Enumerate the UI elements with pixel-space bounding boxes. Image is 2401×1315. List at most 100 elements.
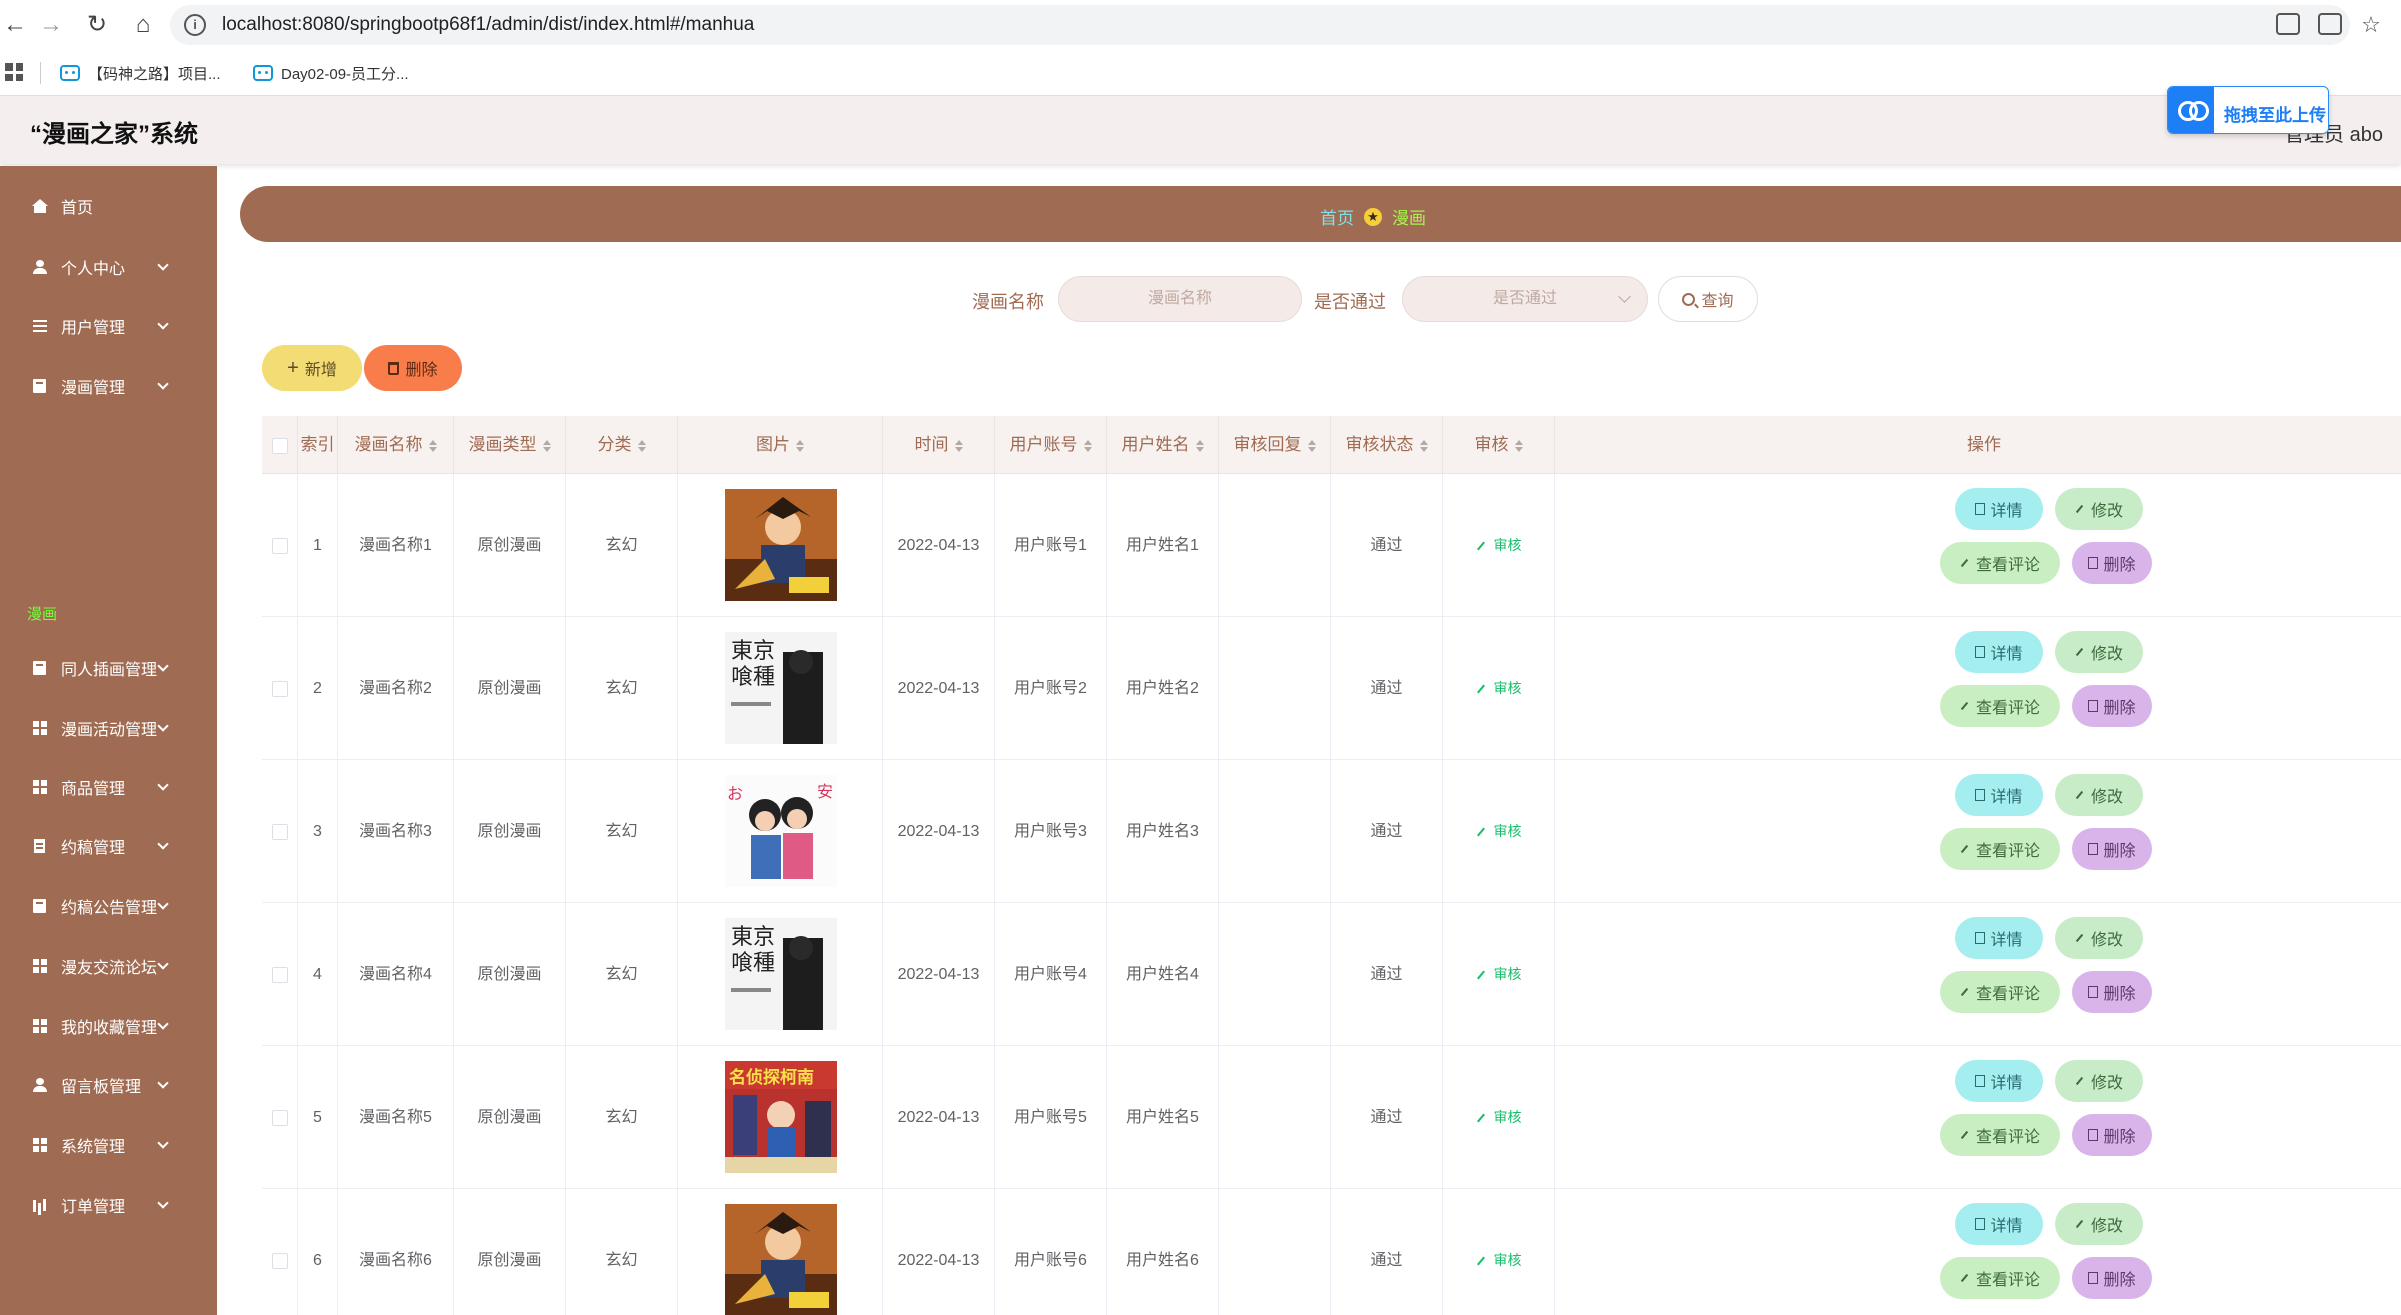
edit-button[interactable]: 修改 <box>2055 488 2143 530</box>
query-button[interactable]: 查询 <box>1658 276 1758 322</box>
sort-icon[interactable] <box>428 439 437 452</box>
row-checkbox[interactable] <box>271 966 288 983</box>
audit-link[interactable]: 审核 <box>1476 1109 1522 1125</box>
column-header[interactable]: 漫画名称 <box>338 416 454 474</box>
row-delete-button[interactable]: 删除 <box>2072 971 2152 1013</box>
sidebar-item[interactable]: 系统管理 <box>0 1125 217 1165</box>
column-header[interactable]: 时间 <box>883 416 995 474</box>
detail-button[interactable]: 详情 <box>1955 631 2043 673</box>
view-comments-button[interactable]: 查看评论 <box>1940 1257 2060 1299</box>
view-comments-button[interactable]: 查看评论 <box>1940 971 2060 1013</box>
cover-image[interactable]: 名侦探柯南 <box>725 1061 837 1173</box>
bookmark-item[interactable]: 【码神之路】项目... <box>60 60 221 86</box>
bookmark-item[interactable]: Day02-09-员工分... <box>253 60 409 86</box>
edit-button[interactable]: 修改 <box>2055 631 2143 673</box>
row-checkbox[interactable] <box>271 1252 288 1269</box>
edit-button[interactable]: 修改 <box>2055 1203 2143 1245</box>
translate-icon[interactable] <box>2318 13 2342 35</box>
sidebar-item[interactable]: 商品管理 <box>0 767 217 807</box>
row-delete-button[interactable]: 删除 <box>2072 542 2152 584</box>
audit-link[interactable]: 审核 <box>1476 680 1522 696</box>
sort-icon[interactable] <box>637 439 646 452</box>
sort-icon[interactable] <box>1419 439 1428 452</box>
delete-button[interactable]: 删除 <box>364 345 462 391</box>
cover-image[interactable]: 安お <box>725 775 837 887</box>
info-icon[interactable]: i <box>184 14 206 36</box>
column-header[interactable]: 审核 <box>1443 416 1555 474</box>
column-header-label: 漫画名称 <box>354 435 423 454</box>
password-key-icon[interactable] <box>2276 13 2300 35</box>
audit-link[interactable]: 审核 <box>1476 823 1522 839</box>
row-delete-button[interactable]: 删除 <box>2072 1114 2152 1156</box>
sort-icon[interactable] <box>542 439 551 452</box>
row-delete-button[interactable]: 删除 <box>2072 1257 2152 1299</box>
sidebar-item[interactable]: 我的收藏管理 <box>0 1006 217 1046</box>
column-header[interactable]: 分类 <box>566 416 678 474</box>
home-icon[interactable]: ⌂ <box>128 10 158 40</box>
audit-link[interactable]: 审核 <box>1476 1252 1522 1268</box>
address-bar[interactable]: i localhost:8080/springbootp68f1/admin/d… <box>170 5 2350 45</box>
edit-button[interactable]: 修改 <box>2055 1060 2143 1102</box>
sidebar-item[interactable]: 同人插画管理 <box>0 648 217 688</box>
sidebar-item[interactable]: 用户管理 <box>0 306 217 346</box>
column-header[interactable]: 漫画类型 <box>454 416 566 474</box>
row-delete-button[interactable]: 删除 <box>2072 828 2152 870</box>
breadcrumb-home[interactable]: 首页 <box>1320 204 1354 229</box>
name-search-input[interactable]: 漫画名称 <box>1058 276 1302 322</box>
sidebar-item[interactable]: 约稿管理 <box>0 826 217 866</box>
row-delete-button[interactable]: 删除 <box>2072 685 2152 727</box>
sort-icon[interactable] <box>796 439 804 452</box>
column-header[interactable]: 审核状态 <box>1331 416 1443 474</box>
sort-icon[interactable] <box>1195 439 1204 452</box>
sidebar-item[interactable]: 漫画管理 <box>0 366 217 406</box>
column-header[interactable]: 用户账号 <box>995 416 1107 474</box>
detail-button[interactable]: 详情 <box>1955 1060 2043 1102</box>
cover-image[interactable]: 東京 喰種 <box>725 918 837 1030</box>
detail-button[interactable]: 详情 <box>1955 774 2043 816</box>
audit-link[interactable]: 审核 <box>1476 537 1522 553</box>
detail-button[interactable]: 详情 <box>1955 488 2043 530</box>
sort-icon[interactable] <box>954 439 963 452</box>
forward-icon[interactable]: → <box>36 10 66 40</box>
edit-button[interactable]: 修改 <box>2055 917 2143 959</box>
cover-image[interactable]: 東京 喰種 <box>725 632 837 744</box>
audit-link[interactable]: 审核 <box>1476 966 1522 982</box>
column-header[interactable]: 用户姓名 <box>1107 416 1219 474</box>
detail-button[interactable]: 详情 <box>1955 917 2043 959</box>
add-button[interactable]: + 新增 <box>262 345 362 391</box>
reload-icon[interactable]: ↻ <box>82 10 112 40</box>
pass-select[interactable]: 是否通过 <box>1402 276 1648 322</box>
column-header[interactable]: 审核回复 <box>1219 416 1331 474</box>
row-checkbox[interactable] <box>271 823 288 840</box>
sort-icon[interactable] <box>1083 439 1092 452</box>
view-comments-button[interactable]: 查看评论 <box>1940 685 2060 727</box>
sort-icon[interactable] <box>1307 439 1316 452</box>
upload-dropzone[interactable]: 拖拽至此上传 <box>2167 86 2329 134</box>
sidebar-item[interactable]: 订单管理 <box>0 1185 217 1225</box>
edit-button[interactable]: 修改 <box>2055 774 2143 816</box>
bookmark-star-icon[interactable]: ☆ <box>2356 10 2386 40</box>
sidebar-item[interactable]: 首页 <box>0 186 217 226</box>
sidebar-item[interactable]: 漫画活动管理 <box>0 708 217 748</box>
row-checkbox[interactable] <box>271 680 288 697</box>
view-comments-button[interactable]: 查看评论 <box>1940 1114 2060 1156</box>
sidebar-item[interactable]: 留言板管理 <box>0 1065 217 1105</box>
button-label: 详情 <box>1990 503 2023 520</box>
audit-label: 审核 <box>1493 966 1522 982</box>
sidebar-item[interactable]: 漫友交流论坛 <box>0 946 217 986</box>
sidebar-item[interactable]: 个人中心 <box>0 247 217 287</box>
sidebar-item[interactable]: 约稿公告管理 <box>0 886 217 926</box>
detail-button[interactable]: 详情 <box>1955 1203 2043 1245</box>
select-all-checkbox[interactable] <box>271 437 288 454</box>
view-comments-button[interactable]: 查看评论 <box>1940 828 2060 870</box>
cover-image[interactable] <box>725 489 837 601</box>
back-icon[interactable]: ← <box>0 10 30 40</box>
column-header[interactable]: 图片 <box>678 416 883 474</box>
row-checkbox[interactable] <box>271 537 288 554</box>
apps-icon[interactable] <box>5 63 23 81</box>
row-checkbox[interactable] <box>271 1109 288 1126</box>
view-comments-button[interactable]: 查看评论 <box>1940 542 2060 584</box>
cover-image[interactable] <box>725 1204 837 1315</box>
sort-icon[interactable] <box>1514 439 1523 452</box>
sidebar-subitem-active[interactable]: 漫画 <box>27 603 57 624</box>
